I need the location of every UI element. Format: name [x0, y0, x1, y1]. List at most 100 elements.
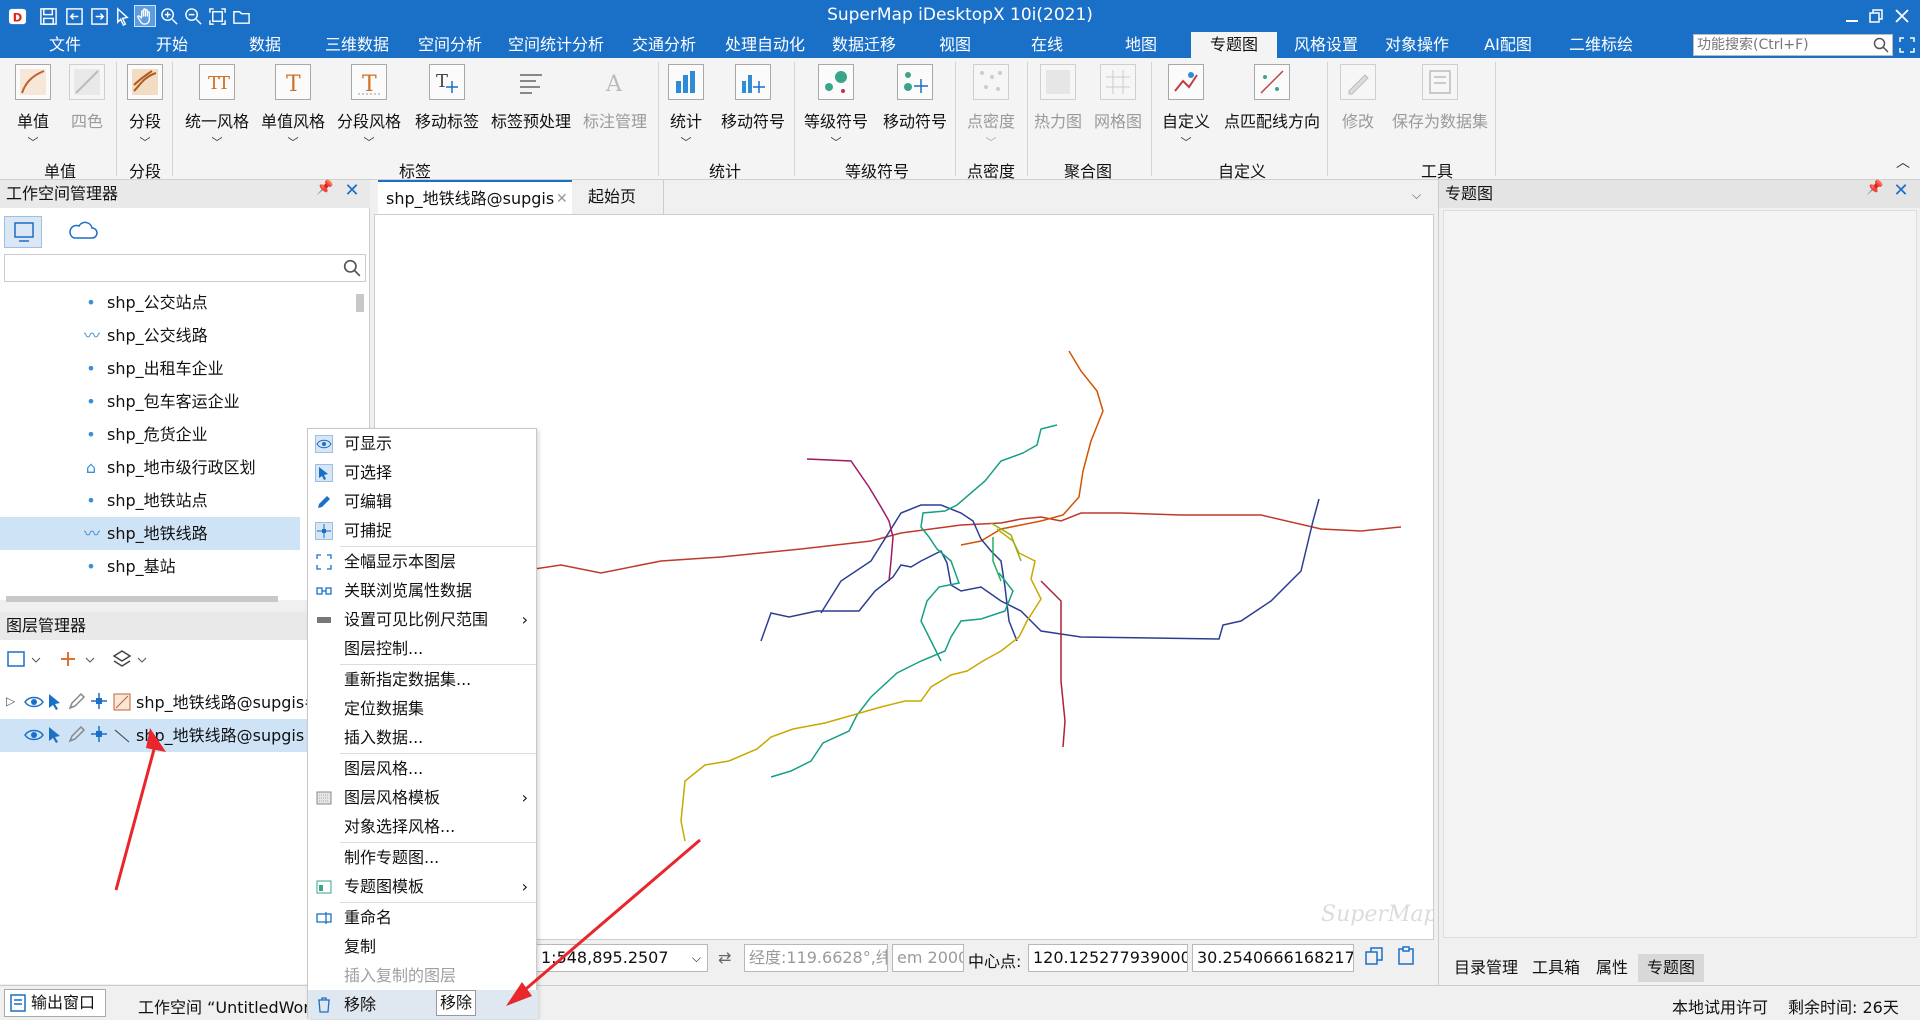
- menu-item-visible[interactable]: 可显示: [308, 429, 538, 458]
- stats-button[interactable]: 统计 ﹀: [664, 64, 708, 150]
- move-symbol-button-1[interactable]: 移动符号: [718, 64, 788, 132]
- visible-eye-icon[interactable]: [24, 725, 44, 749]
- menu-item-browse-attributes[interactable]: 关联浏览属性数据: [308, 576, 538, 605]
- tree-item-taxi-company[interactable]: • shp_出租车企业: [0, 352, 300, 385]
- export-icon[interactable]: [88, 5, 110, 27]
- pin-icon[interactable]: 📌: [315, 180, 335, 208]
- function-search-input[interactable]: 功能搜索(Ctrl+F): [1693, 34, 1893, 56]
- layer-style-button[interactable]: [110, 646, 154, 674]
- single-style-button[interactable]: T 单值风格 ﹀: [258, 64, 328, 150]
- tree-item-bus-stop[interactable]: • shp_公交站点: [0, 286, 300, 319]
- tab-toolbox[interactable]: 工具箱: [1528, 954, 1584, 982]
- add-layer-button[interactable]: [58, 646, 102, 674]
- selectable-icon[interactable]: [46, 692, 64, 714]
- import-icon[interactable]: [63, 5, 85, 27]
- menu-data-migration[interactable]: 数据迁移: [823, 32, 905, 58]
- search-icon[interactable]: [1873, 37, 1889, 59]
- menu-2d-plotting[interactable]: 二维标绘: [1560, 32, 1642, 58]
- custom-button[interactable]: 自定义 ﹀: [1156, 64, 1216, 150]
- menu-item-remove[interactable]: 移除: [308, 990, 538, 1019]
- single-value-button[interactable]: 单值 ﹀: [12, 64, 54, 150]
- menu-item-thematic-template[interactable]: 专题图模板 ›: [308, 872, 538, 901]
- tree-item-hazmat-company[interactable]: • shp_危货企业: [0, 418, 300, 451]
- menu-automation[interactable]: 处理自动化: [716, 32, 814, 58]
- swap-icon[interactable]: ⇄: [718, 948, 731, 967]
- close-panel-icon[interactable]: ✕: [1891, 180, 1911, 208]
- menu-object-operations[interactable]: 对象操作: [1376, 32, 1458, 58]
- full-extent-icon[interactable]: [206, 5, 228, 27]
- menu-item-selectable[interactable]: 可选择: [308, 458, 538, 487]
- scale-combobox[interactable]: 1:548,895.2507 ⌵: [536, 944, 708, 972]
- tab-catalog[interactable]: 目录管理: [1444, 954, 1528, 982]
- menu-item-rename[interactable]: 重命名: [308, 903, 538, 932]
- tree-item-admin-region[interactable]: ⌂ shp_地市级行政区划: [0, 451, 300, 484]
- tree-scrollbar[interactable]: [356, 294, 364, 312]
- paste-icon[interactable]: [1396, 946, 1416, 970]
- menu-data[interactable]: 数据: [230, 32, 300, 58]
- close-window-icon[interactable]: [1890, 4, 1914, 28]
- app-logo-icon[interactable]: D: [6, 5, 28, 27]
- graduated-symbol-button[interactable]: 等级符号 ﹀: [800, 64, 872, 150]
- tab-start-page[interactable]: 起始页: [580, 180, 664, 214]
- zoom-in-icon[interactable]: [158, 5, 180, 27]
- menu-ai-mapping[interactable]: AI配图: [1473, 32, 1543, 58]
- tree-item-base-station[interactable]: • shp_基站: [0, 550, 300, 576]
- menu-3d-data[interactable]: 三维数据: [317, 32, 397, 58]
- snap-icon[interactable]: [90, 692, 108, 714]
- move-symbol-button-2[interactable]: 移动符号: [880, 64, 950, 132]
- new-layer-group-button[interactable]: [4, 646, 48, 674]
- menu-item-layer-style[interactable]: 图层风格...: [308, 754, 538, 783]
- menu-item-full-extent-layer[interactable]: 全幅显示本图层: [308, 547, 538, 576]
- menu-map[interactable]: 地图: [1106, 32, 1176, 58]
- local-workspace-tab[interactable]: [4, 216, 42, 248]
- select-pointer-icon[interactable]: [111, 5, 133, 27]
- menu-item-copy[interactable]: 复制: [308, 932, 538, 961]
- menu-spatial-analysis[interactable]: 空间分析: [409, 32, 491, 58]
- close-tab-icon[interactable]: ✕: [556, 182, 568, 216]
- minimize-icon[interactable]: [1840, 4, 1864, 28]
- point-match-line-button[interactable]: 点匹配线方向: [1222, 64, 1322, 132]
- tree-item-metro-station[interactable]: • shp_地铁站点: [0, 484, 300, 517]
- menu-item-snappable[interactable]: 可捕捉: [308, 516, 538, 545]
- tree-h-scrollbar[interactable]: [6, 596, 278, 602]
- move-label-button[interactable]: T 移动标签: [412, 64, 482, 132]
- menu-thematic-map[interactable]: 专题图: [1191, 32, 1277, 58]
- search-icon[interactable]: [343, 259, 361, 281]
- open-folder-icon[interactable]: [230, 5, 252, 27]
- menu-view[interactable]: 视图: [920, 32, 990, 58]
- restore-icon[interactable]: [1864, 4, 1888, 28]
- unified-style-button[interactable]: TT 统一风格 ﹀: [182, 64, 252, 150]
- collapse-ribbon-icon[interactable]: ︿: [1896, 152, 1910, 172]
- menu-item-layer-control[interactable]: 图层控制...: [308, 634, 538, 663]
- selectable-icon[interactable]: [46, 725, 64, 747]
- menu-transport-analysis[interactable]: 交通分析: [623, 32, 705, 58]
- tab-metro-line-map[interactable]: shp_地铁线路@supgis ✕: [378, 180, 572, 214]
- tab-list-chevron-icon[interactable]: ⌵: [1412, 188, 1421, 203]
- menu-item-layer-style-template[interactable]: 图层风格模板 ›: [308, 783, 538, 812]
- pin-icon[interactable]: 📌: [1865, 180, 1885, 208]
- menu-style-settings[interactable]: 风格设置: [1288, 32, 1364, 58]
- zoom-out-icon[interactable]: [182, 5, 204, 27]
- editable-icon[interactable]: [68, 692, 86, 714]
- tree-item-metro-line[interactable]: 〰 shp_地铁线路: [0, 517, 300, 550]
- expand-arrow-icon[interactable]: ▷: [6, 694, 15, 708]
- menu-item-make-thematic-map[interactable]: 制作专题图...: [308, 843, 538, 872]
- copy-icon[interactable]: [1364, 946, 1384, 970]
- menu-start[interactable]: 开始: [137, 32, 207, 58]
- menu-online[interactable]: 在线: [1012, 32, 1082, 58]
- menu-item-reassign-dataset[interactable]: 重新指定数据集...: [308, 665, 538, 694]
- close-panel-icon[interactable]: ✕: [342, 180, 362, 208]
- menu-item-visible-scale-range[interactable]: 设置可见比例尺范围 ›: [308, 605, 538, 634]
- range-button[interactable]: 分段 ﹀: [124, 64, 166, 150]
- pan-hand-icon[interactable]: [134, 5, 156, 27]
- save-icon[interactable]: [37, 5, 59, 27]
- workspace-search-input[interactable]: [4, 254, 366, 282]
- expand-icon[interactable]: [1898, 36, 1916, 54]
- range-style-button[interactable]: T 分段风格 ﹀: [334, 64, 404, 150]
- center-y-input[interactable]: 30.254066616821714: [1192, 944, 1354, 972]
- tree-item-charter-company[interactable]: • shp_包车客运企业: [0, 385, 300, 418]
- editable-icon[interactable]: [68, 725, 86, 747]
- menu-file[interactable]: 文件: [30, 32, 100, 58]
- output-window-button[interactable]: 输出窗口: [4, 989, 106, 1017]
- menu-item-selection-style[interactable]: 对象选择风格...: [308, 812, 538, 841]
